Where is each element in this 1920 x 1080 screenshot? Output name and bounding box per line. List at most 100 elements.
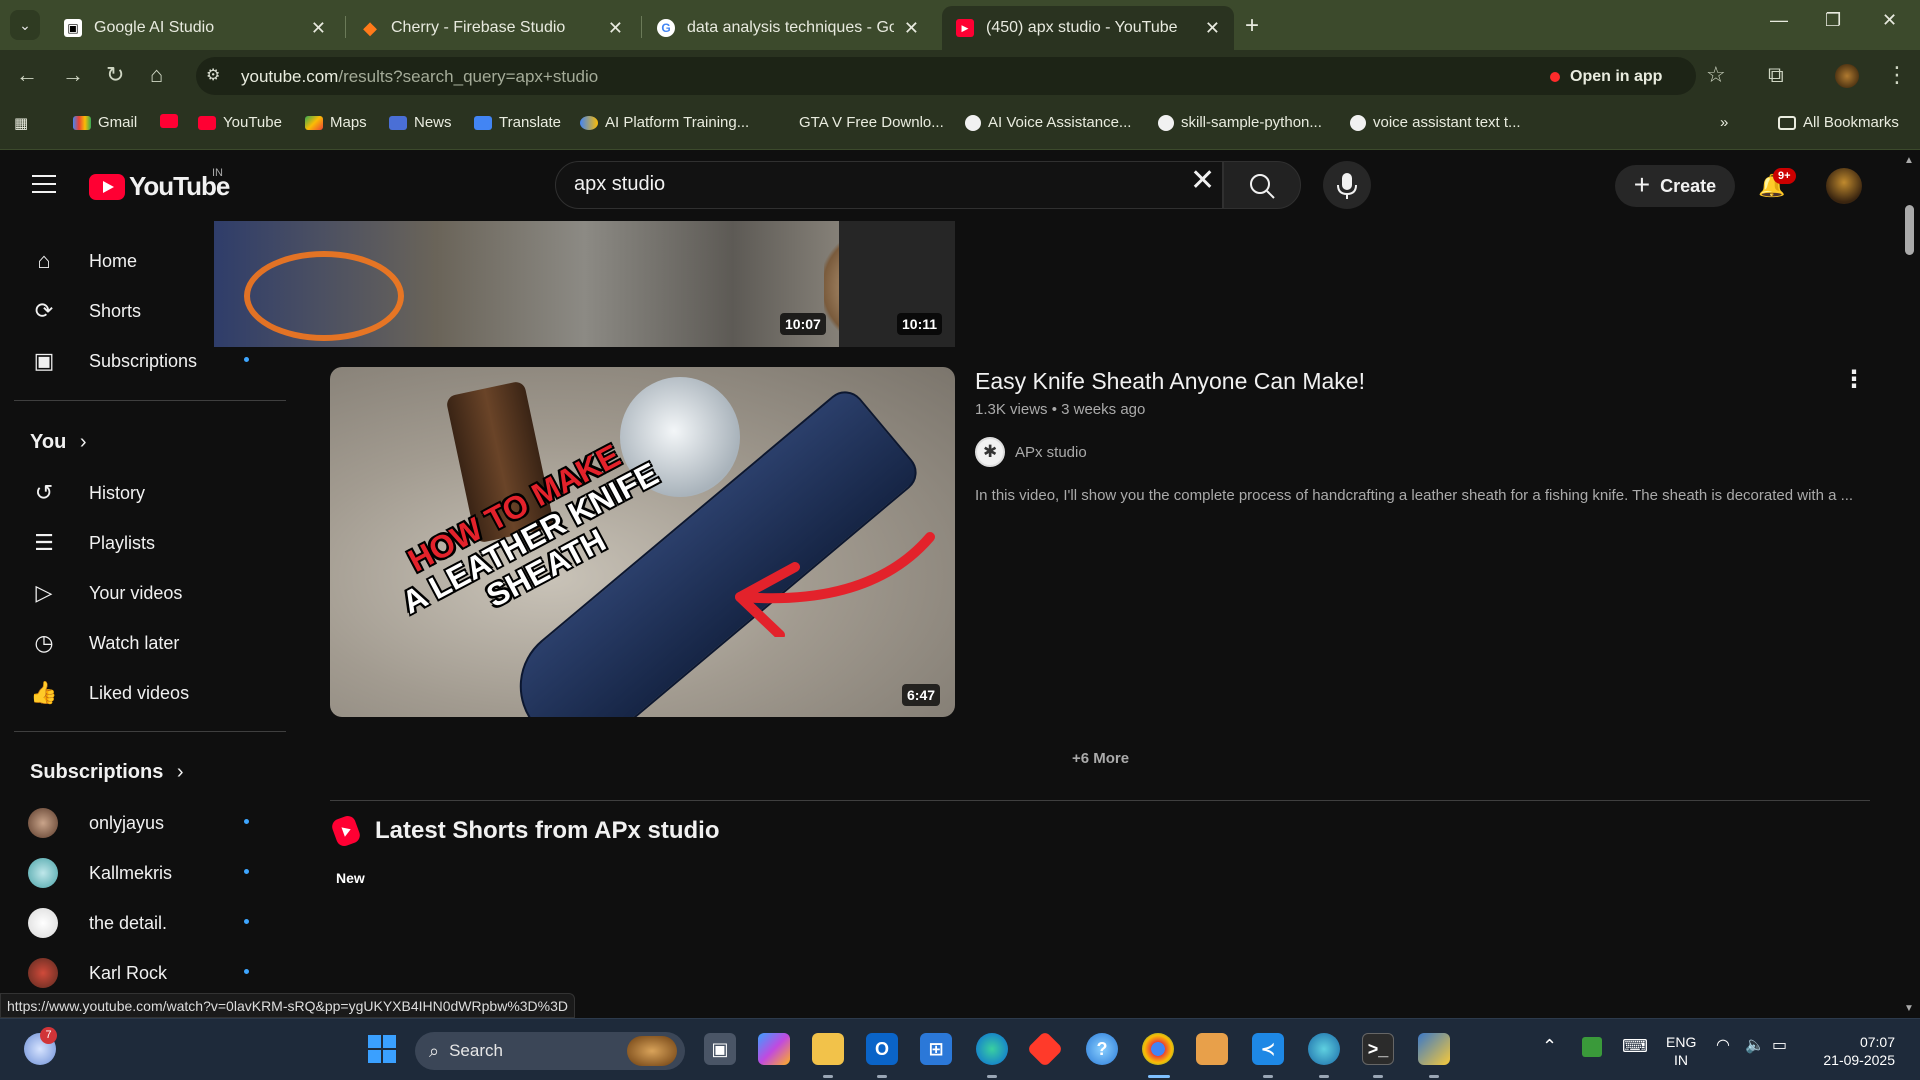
video-title[interactable]: Easy Knife Sheath Anyone Can Make! <box>975 368 1365 395</box>
terminal-icon[interactable]: >_ <box>1362 1033 1394 1065</box>
you-section-heading[interactable]: You › <box>30 431 87 454</box>
minimize-icon[interactable]: — <box>1770 10 1788 31</box>
bookmark-gmail[interactable]: Gmail <box>73 114 137 131</box>
task-view-icon[interactable]: ▣ <box>704 1033 736 1065</box>
youtube-logo[interactable]: YouTube <box>89 171 230 202</box>
channel-name[interactable]: APx studio <box>1015 444 1087 461</box>
menu-dots-icon[interactable]: ⋮ <box>1886 62 1908 88</box>
outlook-icon[interactable]: O <box>866 1033 898 1065</box>
bookmark-translate[interactable]: Translate <box>474 114 561 131</box>
video-thumbnail[interactable]: HOW TO MAKE A LEATHER KNIFE SHEATH 6:47 <box>330 367 955 717</box>
new-content-dot <box>244 819 249 824</box>
bookmark-youtube[interactable]: YouTube <box>198 114 282 131</box>
sidebar-item-watch-later[interactable]: ◷ Watch later <box>14 621 284 665</box>
channel-avatar[interactable] <box>975 437 1005 467</box>
url-text[interactable]: youtube.com/results?search_query=apx+stu… <box>241 67 598 87</box>
scroll-down-arrow-icon[interactable]: ▼ <box>1904 1003 1914 1014</box>
tab-google-ai-studio[interactable]: ▣ Google AI Studio ✕ <box>50 6 340 50</box>
account-avatar[interactable] <box>1826 168 1862 204</box>
user-app-icon[interactable] <box>1196 1033 1228 1065</box>
scrollbar-thumb[interactable] <box>1905 205 1914 255</box>
reload-icon[interactable]: ↻ <box>106 62 124 88</box>
language-indicator[interactable]: ENG IN <box>1666 1033 1696 1069</box>
more-actions-icon[interactable]: ⋮ <box>1842 365 1866 394</box>
avatar <box>28 858 58 888</box>
sidebar-sub-onlyjayus[interactable]: onlyjayus <box>14 801 284 845</box>
all-bookmarks-button[interactable]: All Bookmarks <box>1778 114 1899 131</box>
create-button[interactable]: + Create <box>1615 165 1735 207</box>
windows-start-icon[interactable] <box>366 1033 398 1065</box>
file-explorer-icon[interactable] <box>812 1033 844 1065</box>
extensions-icon[interactable]: ⧉ <box>1768 62 1784 88</box>
bookmark-ai-voice[interactable]: AI Voice Assistance... <box>965 114 1131 131</box>
anydesk-icon[interactable] <box>1026 1030 1064 1068</box>
sidebar-sub-the-detail[interactable]: the detail. <box>14 901 284 945</box>
copilot-icon[interactable] <box>758 1033 790 1065</box>
page-scrollbar[interactable] <box>1900 151 1920 1018</box>
search-box[interactable] <box>555 161 1223 209</box>
python-icon[interactable] <box>1418 1033 1450 1065</box>
clear-search-icon[interactable]: ✕ <box>1190 163 1215 198</box>
tab-search-button[interactable]: ⌄ <box>10 10 40 40</box>
bookmark-gta[interactable]: GTA V Free Downlo... <box>799 114 944 131</box>
subscriptions-section-heading[interactable]: Subscriptions › <box>30 761 184 784</box>
microsoft-store-icon[interactable]: ⊞ <box>920 1033 952 1065</box>
star-bookmark-icon[interactable]: ☆ <box>1706 62 1726 88</box>
profile-avatar[interactable] <box>1835 64 1859 88</box>
search-button[interactable] <box>1223 161 1301 209</box>
chrome-icon[interactable] <box>1142 1033 1174 1065</box>
url-path: /results?search_query=apx+studio <box>338 67 599 86</box>
close-icon[interactable]: ✕ <box>311 18 326 39</box>
restore-icon[interactable]: ❐ <box>1825 10 1841 31</box>
new-tab-button[interactable]: + <box>1245 12 1259 40</box>
help-icon[interactable]: ? <box>1086 1033 1118 1065</box>
tray-overflow-chevron-icon[interactable]: ⌃ <box>1542 1037 1557 1055</box>
gpu-tray-icon[interactable] <box>1582 1037 1602 1057</box>
sidebar-item-playlists[interactable]: ☰ Playlists <box>14 521 284 565</box>
window-close-icon[interactable]: ✕ <box>1882 10 1897 31</box>
open-in-app-button[interactable]: Open in app <box>1550 62 1662 92</box>
tab-youtube-active[interactable]: ▶ (450) apx studio - YouTube ✕ <box>942 6 1234 50</box>
close-icon[interactable]: ✕ <box>904 18 919 39</box>
close-icon[interactable]: ✕ <box>1205 18 1220 39</box>
scroll-up-arrow-icon[interactable]: ▲ <box>1904 155 1914 166</box>
bookmark-news[interactable]: News <box>389 114 452 131</box>
sidebar-item-liked-videos[interactable]: 👍 Liked videos <box>14 671 284 715</box>
menu-hamburger-icon[interactable] <box>32 175 56 193</box>
youtube-icon <box>160 114 178 128</box>
bookmark-ai-platform[interactable]: AI Platform Training... <box>580 114 749 131</box>
volume-icon[interactable]: 🔈 <box>1745 1037 1765 1055</box>
show-more-button[interactable]: +6 More <box>1072 750 1129 767</box>
sidebar-item-history[interactable]: ↺ History <box>14 471 284 515</box>
sidebar-sub-karl-rock[interactable]: Karl Rock <box>14 951 284 995</box>
search-input[interactable] <box>574 173 1134 196</box>
more-bookmarks-chevron-icon[interactable]: » <box>1720 114 1728 131</box>
wifi-icon[interactable]: ◠ <box>1716 1037 1730 1055</box>
tab-data-analysis[interactable]: G data analysis techniques - Goo ✕ <box>643 6 933 50</box>
edge-icon[interactable] <box>976 1033 1008 1065</box>
apps-grid-icon[interactable]: ▦ <box>14 114 28 132</box>
bookmark-skill-sample[interactable]: skill-sample-python... <box>1158 114 1322 131</box>
sidebar-item-your-videos[interactable]: ▷ Your videos <box>14 571 284 615</box>
bookmark-youtube-icon-only[interactable] <box>160 114 185 128</box>
home-icon[interactable]: ⌂ <box>150 62 163 88</box>
close-icon[interactable]: ✕ <box>608 18 623 39</box>
address-bar[interactable]: ⚙ youtube.com/results?search_query=apx+s… <box>196 57 1696 95</box>
previous-video-thumbnails[interactable]: 10:07 10:11 <box>214 221 955 347</box>
battery-icon[interactable]: ▭ <box>1772 1037 1787 1055</box>
cloud-app-icon[interactable] <box>1308 1033 1340 1065</box>
clock[interactable]: 07:07 21-09-2025 <box>1815 1033 1895 1069</box>
voice-search-button[interactable] <box>1323 161 1371 209</box>
sidebar-sub-kallmekris[interactable]: Kallmekris <box>14 851 284 895</box>
bookmark-voice-assistant[interactable]: voice assistant text t... <box>1350 114 1521 131</box>
taskbar-search[interactable]: ⌕ Search <box>415 1032 685 1070</box>
tab-title: (450) apx studio - YouTube <box>986 19 1178 36</box>
sidebar-item-label: onlyjayus <box>89 812 165 833</box>
back-arrow-icon[interactable]: ← <box>16 62 38 88</box>
keyboard-icon[interactable]: ⌨ <box>1622 1037 1648 1055</box>
bookmark-maps[interactable]: Maps <box>305 114 367 131</box>
site-info-icon[interactable]: ⚙ <box>206 65 230 87</box>
forward-arrow-icon[interactable]: → <box>62 62 84 88</box>
vscode-icon[interactable]: ≺ <box>1252 1033 1284 1065</box>
tab-firebase-studio[interactable]: ◆ Cherry - Firebase Studio ✕ <box>347 6 637 50</box>
